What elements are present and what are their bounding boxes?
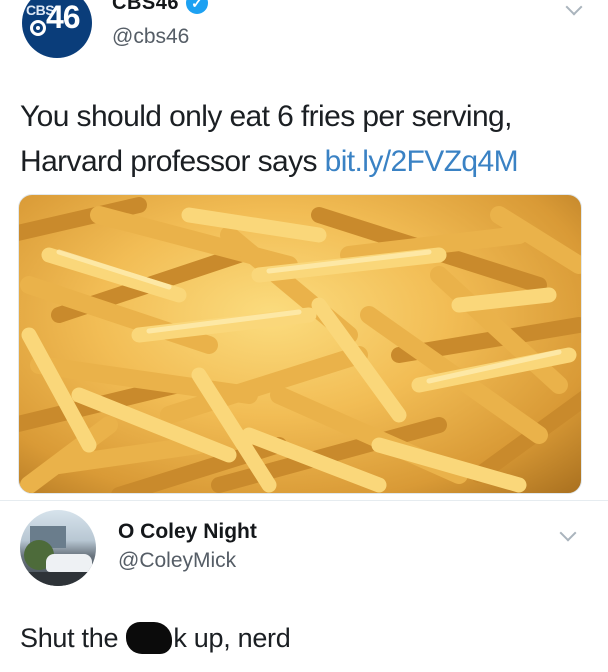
fries-illustration xyxy=(19,197,581,493)
reply-body: Shut the k up, nerd xyxy=(20,622,291,654)
avatar-road xyxy=(20,572,96,586)
author-display-name[interactable]: CBS46 xyxy=(112,0,179,15)
avatar-number-text: 46 xyxy=(46,0,81,35)
tweet[interactable]: CBS 46 CBS46 ✓ @cbs46 You should only ea… xyxy=(0,0,608,500)
coley-avatar[interactable] xyxy=(20,510,96,586)
tweet-link[interactable]: bit.ly/2FVZq4M xyxy=(325,145,519,178)
verified-badge-icon: ✓ xyxy=(186,0,208,14)
tweet-divider xyxy=(0,500,608,501)
reply-text-before: Shut the xyxy=(20,623,126,653)
cbs-eye-logo-icon xyxy=(30,20,46,36)
reply-text-after: k up, nerd xyxy=(173,623,291,653)
reply-author-handle[interactable]: @ColeyMick xyxy=(118,549,236,573)
tweet-text-line2: Harvard professor says bit.ly/2FVZq4M xyxy=(20,139,590,184)
redaction-scribble xyxy=(126,622,173,654)
chevron-down-icon[interactable] xyxy=(560,0,588,16)
author-handle[interactable]: @cbs46 xyxy=(112,25,189,49)
cbs46-avatar[interactable]: CBS 46 xyxy=(22,0,92,58)
french-fries-photo[interactable] xyxy=(18,194,582,494)
tweet-text-line1: You should only eat 6 fries per serving, xyxy=(20,100,512,133)
tweet-body: You should only eat 6 fries per serving,… xyxy=(20,94,590,184)
chevron-down-icon[interactable] xyxy=(559,524,582,546)
reply-author-display-name[interactable]: O Coley Night xyxy=(118,520,257,544)
tweet-text-prefix: Harvard professor says xyxy=(20,145,325,178)
avatar-car xyxy=(46,554,92,572)
